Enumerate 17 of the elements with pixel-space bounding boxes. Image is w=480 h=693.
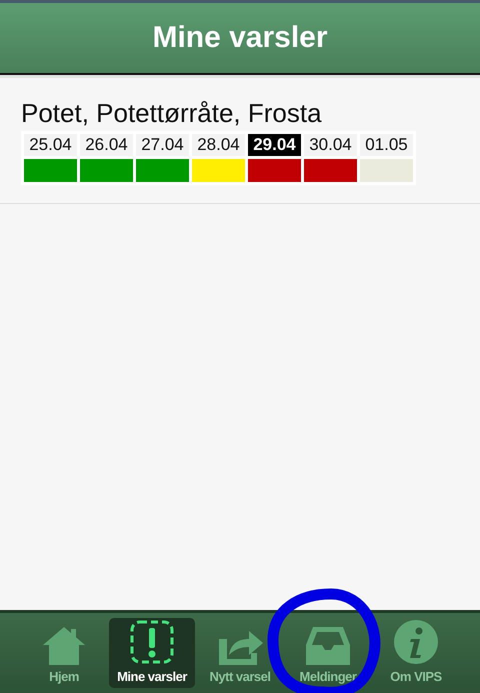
nav-button[interactable]: Mine varsler xyxy=(109,618,195,688)
date-cell: 28.04 xyxy=(192,134,245,156)
nav-button[interactable]: Nytt varsel xyxy=(197,618,283,688)
date-cell: 29.04 xyxy=(248,134,301,156)
info-icon xyxy=(393,619,439,665)
date-cell: 30.04 xyxy=(304,134,357,156)
date-cell: 26.04 xyxy=(80,134,133,156)
home-icon xyxy=(41,625,87,665)
nav-button[interactable]: Om VIPS xyxy=(373,618,459,688)
inbox-icon xyxy=(305,625,351,665)
page-title: Mine varsler xyxy=(152,21,328,55)
warning-title[interactable]: Potet, Potettørråte, Frosta xyxy=(21,98,480,129)
date-cell: 25.04 xyxy=(24,134,77,156)
nav-button[interactable]: Hjem xyxy=(21,618,107,688)
exclamation-icon xyxy=(129,619,175,665)
date-cell: 01.05 xyxy=(360,134,413,156)
date-cell: 27.04 xyxy=(136,134,189,156)
